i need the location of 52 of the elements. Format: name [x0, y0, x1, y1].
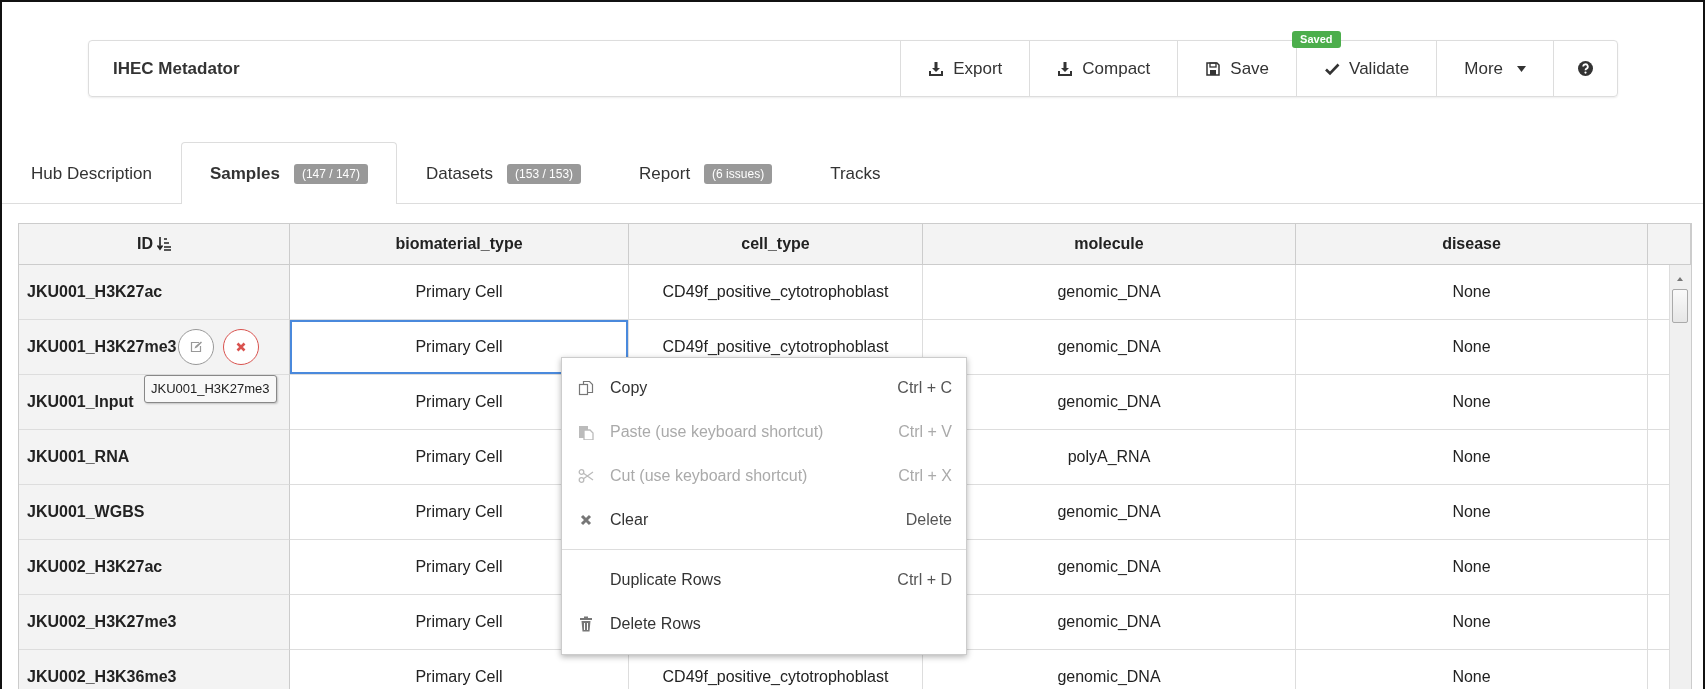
count-badge: (147 / 147) [293, 163, 368, 184]
row-header-cell[interactable]: JKU001_RNA [19, 430, 290, 485]
table-cell[interactable]: Primary Cell [290, 320, 629, 375]
copy-icon [578, 380, 594, 396]
column-header[interactable]: molecule [1074, 235, 1144, 253]
column-header[interactable]: cell_type [741, 235, 810, 253]
row-header-cell[interactable]: JKU001_H3K27me3 [19, 320, 290, 375]
scissors-icon [578, 468, 594, 484]
toolbar-button[interactable]: Export [900, 41, 1030, 96]
download-icon [928, 60, 945, 77]
row-header-cell[interactable]: JKU001_H3K27ac [19, 265, 290, 320]
edit-button[interactable] [178, 329, 215, 365]
help-icon [1578, 61, 1593, 76]
table-cell[interactable]: None [1296, 540, 1648, 595]
count-badge: (6 issues) [704, 164, 773, 184]
row-header-cell[interactable]: JKU002_H3K27ac [19, 540, 290, 595]
cross-icon [580, 514, 592, 526]
table-cell[interactable]: None [1296, 320, 1648, 375]
edit-icon [190, 341, 203, 353]
delete-button[interactable] [223, 329, 260, 365]
table-cell[interactable]: CD49f_positive_cytotrophoblast [629, 265, 923, 320]
table-cell[interactable]: genomic_DNA [923, 265, 1296, 320]
cross-icon [236, 342, 247, 352]
row-header-cell[interactable]: JKU001_WGBS [19, 485, 290, 540]
table-cell[interactable]: None [1296, 265, 1648, 320]
toolbar-button[interactable]: Compact [1029, 41, 1178, 96]
trash-icon [579, 616, 593, 632]
column-header[interactable]: biomaterial_type [395, 235, 523, 253]
caret-icon [1517, 65, 1526, 72]
tab[interactable]: Datasets (153 / 153) [396, 143, 611, 204]
tab[interactable]: Samples (147 / 147) [180, 142, 397, 204]
table-cell[interactable]: None [1296, 650, 1648, 689]
app-title: IHEC Metadator [112, 57, 241, 80]
column-header[interactable]: ID [137, 235, 153, 253]
table-cell[interactable]: None [1296, 430, 1648, 485]
table-cell[interactable]: None [1296, 485, 1648, 540]
clipboard-icon [578, 424, 594, 440]
count-badge: (153 / 153) [507, 164, 582, 184]
tooltip: JKU001_H3K27me3 [144, 375, 277, 403]
table-cell[interactable]: Primary Cell [290, 265, 629, 320]
table-cell[interactable]: None [1296, 595, 1648, 650]
row-header-cell[interactable]: JKU002_H3K36me3 [19, 650, 290, 689]
tab[interactable]: Tracks [801, 143, 910, 204]
tab[interactable]: Hub Description [2, 143, 181, 204]
row-header-cell[interactable]: JKU002_H3K27me3 [19, 595, 290, 650]
download-icon [1057, 60, 1074, 77]
table-cell[interactable]: None [1296, 375, 1648, 430]
column-header[interactable]: disease [1442, 235, 1501, 253]
dropdown-button[interactable]: More [1436, 41, 1553, 96]
tab[interactable]: Report (6 issues) [610, 143, 802, 204]
status-badge: Saved [1292, 31, 1341, 48]
scrollbar[interactable] [1669, 265, 1691, 689]
